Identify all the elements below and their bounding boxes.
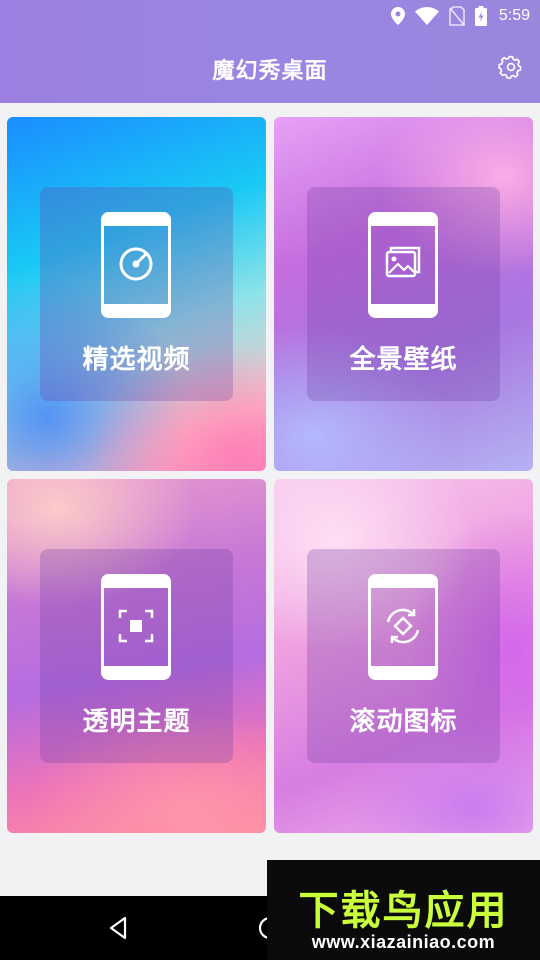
- watermark-url: www.xiazainiao.com: [311, 932, 496, 952]
- no-sim-icon: [449, 6, 465, 26]
- card-panorama-wallpaper[interactable]: 全景壁纸: [274, 117, 533, 471]
- video-dial-icon: [101, 212, 171, 318]
- status-time: 5:59: [498, 7, 530, 24]
- feature-grid: 精选视频 全景壁纸 透明主题 滚动图标: [7, 117, 533, 834]
- status-icons: 5:59: [390, 5, 530, 27]
- card-panel: 全景壁纸: [307, 187, 500, 401]
- card-panel: 精选视频: [40, 187, 233, 401]
- card-label: 精选视频: [82, 345, 191, 375]
- card-label: 全景壁纸: [349, 345, 458, 375]
- watermark-title: 下载鸟应用: [298, 888, 509, 934]
- card-transparent-theme[interactable]: 透明主题: [7, 479, 266, 833]
- card-label: 滚动图标: [349, 707, 458, 737]
- back-icon[interactable]: [105, 914, 133, 942]
- card-panel: 透明主题: [40, 549, 233, 763]
- card-panel: 滚动图标: [307, 549, 500, 763]
- card-featured-video[interactable]: 精选视频: [7, 117, 266, 471]
- watermark: 下载鸟应用 www.xiazainiao.com: [267, 860, 540, 960]
- battery-charging-icon: [474, 6, 487, 26]
- location-icon: [390, 7, 405, 25]
- card-scrolling-icons[interactable]: 滚动图标: [274, 479, 533, 833]
- page-title: 魔幻秀桌面: [212, 59, 328, 84]
- wifi-icon: [414, 7, 439, 25]
- focus-frame-icon: [101, 574, 171, 680]
- app-header: 5:59 魔幻秀桌面: [0, 0, 540, 103]
- gear-icon[interactable]: [498, 54, 524, 80]
- screen: 5:59 魔幻秀桌面 精选视频 全景壁纸 透明主题 滚动图标 下载鸟应用 www…: [0, 0, 540, 960]
- rotate-diamond-icon: [368, 574, 438, 680]
- picture-icon: [368, 212, 438, 318]
- status-bar: 5:59: [0, 0, 540, 33]
- card-label: 透明主题: [82, 707, 191, 737]
